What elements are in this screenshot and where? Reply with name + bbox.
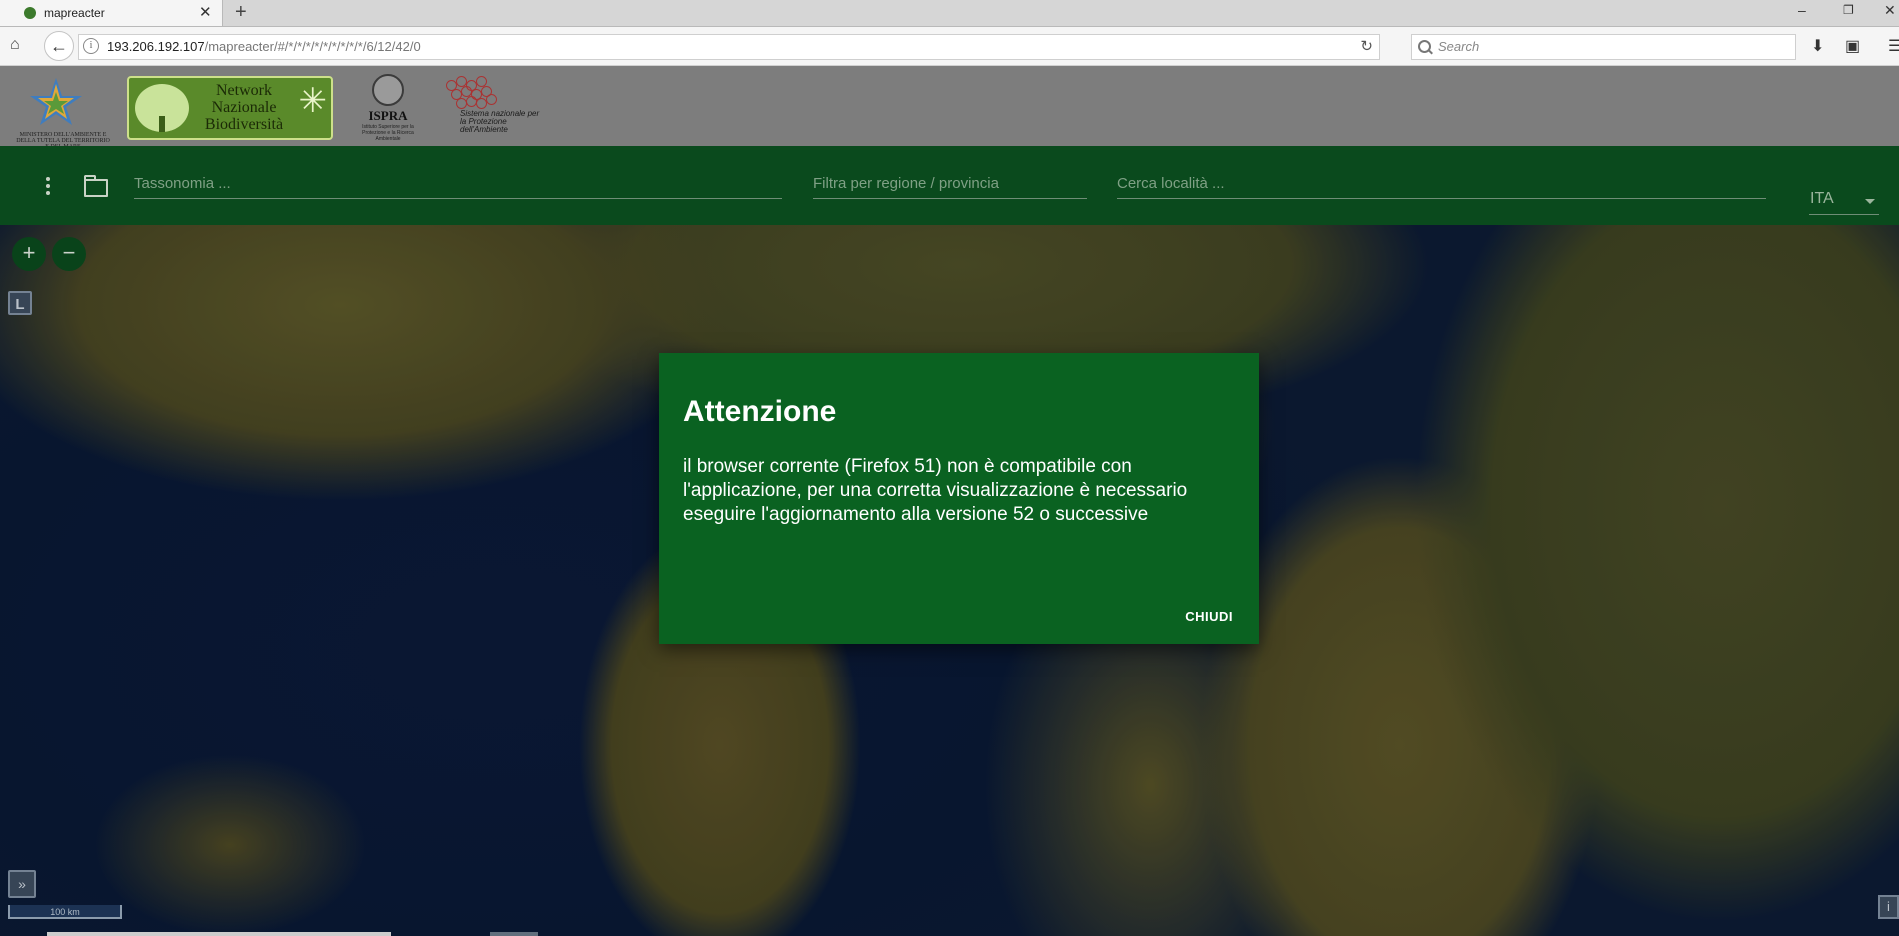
network-logo-text: Network Nazionale Biodiversità — [204, 82, 284, 133]
dialog-title: Attenzione — [683, 395, 837, 428]
search-icon — [1418, 40, 1431, 53]
new-tab-button[interactable]: + — [235, 1, 247, 24]
back-button[interactable]: ← — [44, 31, 74, 61]
snpa-logo: Sistema nazionale per la Protezione dell… — [444, 76, 540, 142]
taxonomy-input[interactable] — [134, 172, 782, 194]
minimize-button[interactable]: – — [1798, 2, 1806, 18]
locality-search-field[interactable] — [1117, 172, 1766, 199]
close-window-button[interactable]: ✕ — [1884, 2, 1896, 19]
ispra-logo-text: ISPRA — [368, 108, 408, 123]
address-bar[interactable]: i 193.206.192.107/mapreacter/#/*/*/*/*/*… — [78, 34, 1380, 60]
taxonomy-field[interactable] — [134, 172, 782, 199]
restore-button[interactable]: ❐ — [1843, 3, 1854, 17]
tab-favicon-icon — [24, 7, 36, 19]
home-icon[interactable]: ⌂ — [10, 36, 20, 54]
ispra-logo-subtitle: Istituto Superiore per la Protezione e l… — [362, 124, 414, 142]
language-select[interactable]: ITA — [1809, 190, 1879, 215]
download-icon[interactable]: ⬇ — [1811, 36, 1824, 56]
republic-emblem-icon — [372, 74, 404, 106]
search-placeholder: Search — [1438, 39, 1480, 54]
menu-icon[interactable]: ☰ — [1888, 36, 1899, 56]
caret-down-icon — [1865, 199, 1875, 204]
ispra-logo: ISPRA Istituto Superiore per la Protezio… — [352, 74, 424, 142]
site-info-icon[interactable]: i — [83, 38, 99, 54]
folder-icon[interactable] — [84, 175, 108, 197]
ministero-logo: MINISTERO DELL'AMBIENTE E DELLA TUTELA D… — [6, 74, 110, 150]
app-toolbar: ITA — [0, 146, 1899, 225]
snpa-logo-text: Sistema nazionale per la Protezione dell… — [460, 109, 540, 134]
dialog-message: il browser corrente (Firefox 51) non è c… — [683, 456, 1188, 525]
reload-icon[interactable]: ↻ — [1360, 37, 1373, 55]
url-path: /mapreacter/#/*/*/*/*/*/*/*/*/*/6/12/42/… — [204, 39, 421, 54]
search-bar[interactable]: Search — [1411, 34, 1796, 60]
more-options-icon[interactable] — [38, 177, 58, 197]
region-filter-input[interactable] — [813, 172, 1087, 194]
tab-title: mapreacter — [44, 6, 105, 20]
close-dialog-button[interactable]: CHIUDI — [1185, 609, 1233, 624]
url-text[interactable]: 193.206.192.107/mapreacter/#/*/*/*/*/*/*… — [107, 39, 421, 54]
browser-tab-bar: mapreacter ✕ + – ❐ ✕ — [0, 0, 1899, 27]
browser-warning-dialog: Attenzione il browser corrente (Firefox … — [659, 353, 1259, 644]
url-host: 193.206.192.107 — [107, 39, 205, 54]
logo-header: MINISTERO DELL'AMBIENTE E DELLA TUTELA D… — [0, 66, 1899, 150]
browser-tab[interactable]: mapreacter ✕ — [0, 0, 223, 26]
ministero-star-icon — [30, 78, 82, 125]
language-value: ITA — [1810, 190, 1834, 207]
tree-trunk — [159, 116, 165, 132]
region-filter-field[interactable] — [813, 172, 1087, 199]
sidebar-icon[interactable]: ▣ — [1845, 36, 1860, 56]
starfish-icon: ✳ — [298, 82, 328, 120]
tab-close-icon[interactable]: ✕ — [199, 3, 212, 21]
locality-search-input[interactable] — [1117, 172, 1766, 194]
network-biodiversita-logo: Network Nazionale Biodiversità ✳ — [127, 76, 333, 140]
browser-nav-bar: ⌂ ← i 193.206.192.107/mapreacter/#/*/*/*… — [0, 27, 1899, 66]
